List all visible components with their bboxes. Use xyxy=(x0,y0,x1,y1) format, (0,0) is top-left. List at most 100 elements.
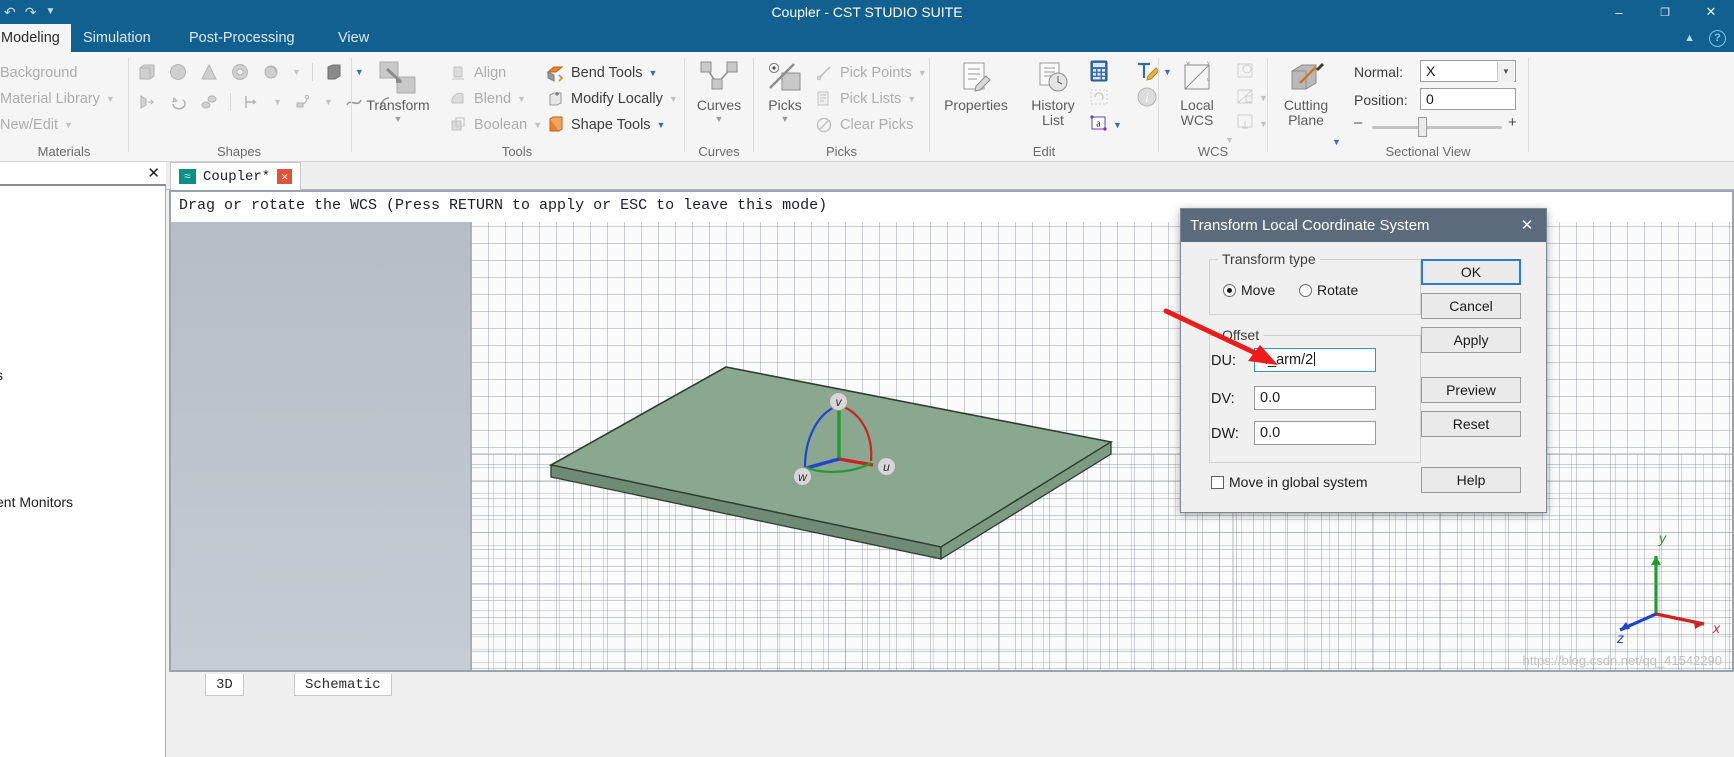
tab-simulation[interactable]: Simulation xyxy=(72,24,162,52)
info-icon[interactable]: i xyxy=(1136,86,1158,108)
blend-button[interactable]: Blend ▼ xyxy=(448,88,526,110)
chevron-down-icon[interactable]: ▼ xyxy=(533,120,542,130)
chevron-down-icon[interactable]: ▼ xyxy=(648,68,657,78)
chevron-down-icon[interactable]: ▼ xyxy=(681,114,757,124)
bend-tools-button[interactable]: Bend Tools ▼ xyxy=(545,62,657,84)
tab-3d[interactable]: 3D xyxy=(205,674,244,696)
chevron-up-icon[interactable]: ▲ xyxy=(1684,32,1695,44)
chevron-down-icon[interactable]: ▼ xyxy=(324,97,333,107)
properties-button[interactable]: Properties xyxy=(938,58,1014,113)
navigation-tree-panel[interactable]: ✕ s ent Monitors xyxy=(0,162,166,757)
pick-points-button[interactable]: Pick Points ▼ xyxy=(814,62,927,84)
chevron-down-icon[interactable]: ▼ xyxy=(64,120,73,130)
du-input[interactable]: -l_arm/2 xyxy=(1254,348,1376,372)
loft-icon[interactable] xyxy=(199,92,219,112)
minimize-button[interactable]: – xyxy=(1596,0,1642,24)
cutting-plane-button[interactable]: Cutting Plane xyxy=(1268,58,1344,128)
slider-minus-button[interactable]: – xyxy=(1354,114,1362,131)
sphere-icon[interactable] xyxy=(168,62,188,82)
chevron-down-icon[interactable]: ▼ xyxy=(273,97,282,107)
slider-plus-button[interactable]: + xyxy=(1508,114,1517,131)
chevron-down-icon[interactable]: ▼ xyxy=(907,94,916,104)
close-icon[interactable]: ✕ xyxy=(147,164,160,182)
chevron-down-icon[interactable]: ▼ xyxy=(292,67,301,77)
dv-input[interactable]: 0.0 xyxy=(1254,386,1376,410)
ok-button[interactable]: OK xyxy=(1421,259,1521,285)
chevron-down-icon[interactable]: ▼ xyxy=(918,68,927,78)
pick-lists-button[interactable]: Pick Lists ▼ xyxy=(814,88,916,110)
new-edit-button[interactable]: New/Edit ▼ xyxy=(0,114,73,136)
window-controls[interactable]: – ❐ ✕ xyxy=(1596,0,1734,24)
view-mode-tab-strip[interactable]: 3D Schematic xyxy=(169,672,1734,757)
chevron-down-icon[interactable]: ▼ xyxy=(1113,120,1122,130)
modify-locally-button[interactable]: Modify Locally ▼ xyxy=(545,88,678,110)
position-input[interactable]: 0 xyxy=(1420,88,1516,110)
parameter-icon[interactable]: a xyxy=(1088,112,1110,134)
extrude-icon[interactable] xyxy=(324,62,344,82)
cone-icon[interactable] xyxy=(199,62,219,82)
checkbox-indicator[interactable] xyxy=(1211,475,1224,489)
close-button[interactable]: ✕ xyxy=(1688,0,1734,24)
cylinder-icon[interactable] xyxy=(230,62,250,82)
chevron-down-icon[interactable]: ▼ xyxy=(657,120,666,130)
preview-button[interactable]: Preview xyxy=(1421,377,1521,403)
extrude-curve-icon[interactable] xyxy=(137,92,157,112)
trace-icon[interactable] xyxy=(242,92,262,112)
help-button[interactable]: Help xyxy=(1421,467,1521,493)
document-tab-strip[interactable]: ≈ Coupler* ✕ xyxy=(166,162,1734,190)
picks-button[interactable]: Picks ▼ xyxy=(747,58,823,124)
local-wcs-button[interactable]: w v u Local WCS xyxy=(1159,58,1235,128)
chevron-down-icon[interactable]: ▼ xyxy=(360,114,436,124)
cancel-button[interactable]: Cancel xyxy=(1421,293,1521,319)
chevron-down-icon[interactable]: ▼ xyxy=(106,94,115,104)
radio-rotate[interactable]: Rotate xyxy=(1299,282,1358,298)
boolean-button[interactable]: Boolean ▼ xyxy=(448,114,542,136)
help-icon[interactable]: ? xyxy=(1709,29,1726,47)
sectional-slider-track[interactable] xyxy=(1372,126,1502,129)
transform-button[interactable]: Transform ▼ xyxy=(360,58,436,124)
radio-rotate-indicator[interactable] xyxy=(1299,283,1312,297)
tree-item-fragment-3[interactable]: ent Monitors xyxy=(0,494,73,510)
dw-input[interactable]: 0.0 xyxy=(1254,421,1376,445)
restore-button[interactable]: ❐ xyxy=(1642,0,1688,24)
radio-move-indicator[interactable] xyxy=(1223,283,1236,297)
tree-item-fragment-1[interactable]: s xyxy=(0,367,3,383)
document-tab-coupler[interactable]: ≈ Coupler* ✕ xyxy=(170,162,302,190)
align-button[interactable]: Align xyxy=(448,62,506,84)
history-list-button[interactable]: History List xyxy=(1015,58,1091,128)
close-icon[interactable]: ✕ xyxy=(1508,209,1546,242)
transform-lcs-dialog[interactable]: Transform Local Coordinate System ✕ Tran… xyxy=(1180,208,1547,513)
material-library-button[interactable]: Material Library ▼ xyxy=(0,88,115,110)
wire-icon[interactable] xyxy=(293,92,313,112)
apply-button[interactable]: Apply xyxy=(1421,327,1521,353)
tab-view[interactable]: View xyxy=(327,24,380,52)
radio-move[interactable]: Move xyxy=(1223,282,1275,298)
tab-modeling[interactable]: Modeling xyxy=(0,24,71,52)
shape-icons-row-1[interactable]: ▼ ▼ xyxy=(137,62,364,82)
rotate-icon[interactable] xyxy=(168,92,188,112)
ribbon-tab-strip[interactable]: Modeling Simulation Post-Processing View… xyxy=(0,24,1734,52)
calculator-icon[interactable] xyxy=(1088,60,1110,82)
move-in-global-system-checkbox[interactable]: Move in global system xyxy=(1211,474,1368,490)
ribbon-right-controls[interactable]: ▲ ? xyxy=(1684,24,1726,52)
wcs-store-icon[interactable] xyxy=(1235,112,1257,134)
chevron-down-icon[interactable]: ▼ xyxy=(1497,62,1514,82)
wcs-properties-icon[interactable] xyxy=(1235,86,1257,108)
chevron-down-icon[interactable]: ▼ xyxy=(517,94,526,104)
close-icon[interactable]: ✕ xyxy=(277,169,293,184)
text-edit-icon[interactable] xyxy=(1136,60,1160,82)
parametric-update-icon[interactable] xyxy=(1088,86,1110,108)
shape-tools-button[interactable]: Shape Tools ▼ xyxy=(545,114,665,136)
reset-button[interactable]: Reset xyxy=(1421,411,1521,437)
chevron-down-icon[interactable]: ▼ xyxy=(747,114,823,124)
tab-schematic[interactable]: Schematic xyxy=(294,674,392,696)
clear-picks-button[interactable]: Clear Picks xyxy=(814,114,913,136)
normal-combo[interactable]: X ▼ xyxy=(1420,60,1516,82)
align-wcs-icon[interactable] xyxy=(1235,60,1257,82)
brick-icon[interactable] xyxy=(137,62,157,82)
sectional-slider-thumb[interactable] xyxy=(1418,117,1427,137)
chevron-down-icon[interactable]: ▼ xyxy=(669,94,678,104)
background-button[interactable]: Background xyxy=(0,62,77,84)
curves-button[interactable]: Curves ▼ xyxy=(681,58,757,124)
tab-post-processing[interactable]: Post-Processing xyxy=(178,24,306,52)
